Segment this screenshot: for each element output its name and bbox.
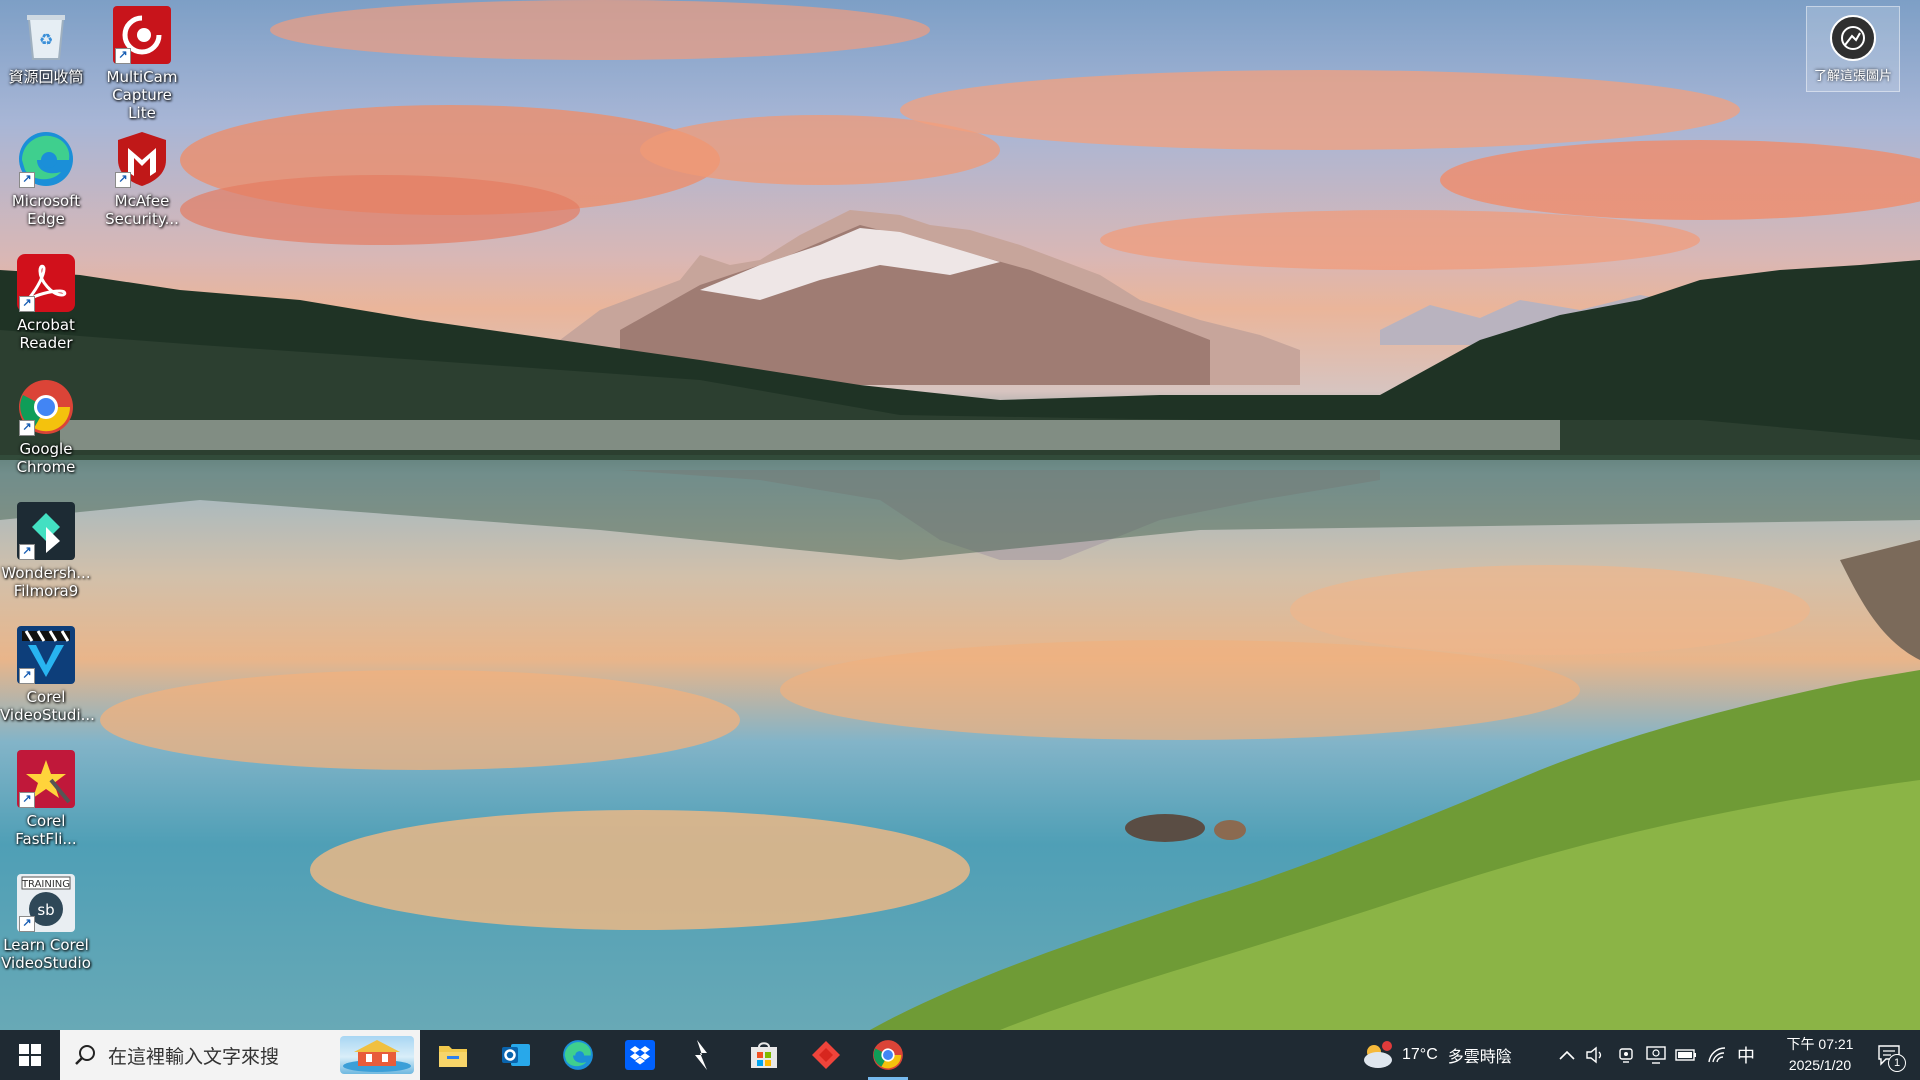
shortcut-arrow-icon: ↗ <box>115 48 131 64</box>
shortcut-arrow-icon: ↗ <box>19 668 35 684</box>
desktop-icon-label: McAfee Security... <box>105 192 179 228</box>
weather-temperature: 17°C <box>1402 1046 1438 1063</box>
taskbar: 在這裡輸入文字來搜 17°C 多雲時陰 中 下午 07:21 2025/1/20… <box>0 1030 1920 1080</box>
search-icon <box>75 1045 95 1065</box>
desktop-icon-mcafee[interactable]: ↗ McAfee Security... <box>96 124 188 228</box>
lightning-app-icon <box>695 1040 707 1070</box>
recycle-bin-icon: ♻ <box>17 6 75 64</box>
search-placeholder: 在這裡輸入文字來搜 <box>108 1045 280 1068</box>
anydesk-icon <box>812 1041 840 1069</box>
microsoft-store-icon <box>751 1042 777 1068</box>
shortcut-arrow-icon: ↗ <box>19 792 35 808</box>
shortcut-arrow-icon: ↗ <box>19 420 35 436</box>
outlook-icon <box>502 1044 530 1066</box>
clock-date: 2025/1/20 <box>1788 1057 1852 1073</box>
chrome-icon <box>873 1040 903 1070</box>
wifi-icon <box>1708 1047 1726 1063</box>
corel-videostudio-icon: ↗ <box>17 626 75 684</box>
taskbar-outlook[interactable] <box>486 1030 546 1080</box>
action-center-button[interactable]: 1 <box>1866 1030 1912 1080</box>
file-explorer-icon <box>439 1046 467 1067</box>
desktop-icon-acrobat[interactable]: ↗ Acrobat Reader <box>0 248 92 352</box>
desktop-icon-multicam[interactable]: ↗ MultiCam Capture Lite <box>96 0 188 122</box>
learn-about-picture-button[interactable]: 了解這張圖片 <box>1806 6 1900 92</box>
network-button[interactable] <box>1705 1030 1729 1080</box>
show-hidden-icons-button[interactable] <box>1556 1030 1578 1080</box>
taskbar-lightning-app[interactable] <box>672 1030 732 1080</box>
svg-text:TRAINING: TRAINING <box>21 879 70 890</box>
weather-cloud-icon <box>1364 1041 1392 1068</box>
desktop-wallpaper <box>0 0 1920 1030</box>
shortcut-arrow-icon: ↗ <box>19 916 35 932</box>
desktop-icon-label: Acrobat Reader <box>17 316 75 352</box>
taskbar-microsoft-store[interactable] <box>734 1030 794 1080</box>
desktop-icon-recycle-bin[interactable]: ♻ 資源回收筒 <box>0 0 92 86</box>
battery-button[interactable] <box>1674 1030 1698 1080</box>
search-highlight-image[interactable] <box>340 1036 414 1074</box>
svg-text:♻: ♻ <box>39 30 53 49</box>
chevron-up-icon <box>1559 1050 1575 1060</box>
mcafee-icon: ↗ <box>113 130 171 188</box>
taskbar-anydesk[interactable] <box>796 1030 856 1080</box>
edge-icon <box>563 1040 593 1070</box>
camera-info-icon <box>1830 15 1876 61</box>
desktop-icon-corel-fastflick[interactable]: ↗ Corel FastFli... <box>0 744 92 848</box>
dropbox-icon <box>625 1040 655 1070</box>
weather-condition: 多雲時陰 <box>1447 1049 1512 1066</box>
shortcut-arrow-icon: ↗ <box>115 172 131 188</box>
webcam-icon <box>1619 1048 1633 1063</box>
clock-time: 下午 07:21 <box>1786 1036 1854 1052</box>
desktop-icon-label: Learn Corel VideoStudio <box>1 936 91 972</box>
edge-icon: ↗ <box>17 130 75 188</box>
shortcut-arrow-icon: ↗ <box>19 296 35 312</box>
monitor-icon <box>1646 1046 1666 1064</box>
desktop-icon-edge[interactable]: ↗ Microsoft Edge <box>0 124 92 228</box>
acrobat-icon: ↗ <box>17 254 75 312</box>
multicam-icon: ↗ <box>113 6 171 64</box>
windows-logo-icon <box>19 1044 41 1066</box>
taskbar-chrome[interactable] <box>858 1030 918 1080</box>
speaker-icon <box>1586 1046 1602 1064</box>
wallpaper-scene <box>0 0 1920 1030</box>
taskbar-file-explorer[interactable] <box>423 1030 483 1080</box>
desktop-icon-corel-videostudio[interactable]: ↗ Corel VideoStudi... <box>0 620 95 724</box>
desktop-icon-filmora[interactable]: ↗ Wondersh... Filmora9 <box>0 496 92 600</box>
desktop-icon-label: Wondersh... Filmora9 <box>1 564 91 600</box>
taskbar-dropbox[interactable] <box>610 1030 670 1080</box>
svg-text:sb: sb <box>37 901 54 919</box>
filmora-icon: ↗ <box>17 502 75 560</box>
battery-icon <box>1675 1049 1696 1061</box>
desktop-icon-label: Google Chrome <box>16 440 76 476</box>
desktop-icon-label: Corel VideoStudi... <box>0 688 95 724</box>
start-button[interactable] <box>0 1030 60 1080</box>
desktop-icon-label: Microsoft Edge <box>11 192 81 228</box>
volume-button[interactable] <box>1583 1030 1607 1080</box>
defender-button[interactable] <box>1644 1030 1668 1080</box>
shortcut-arrow-icon: ↗ <box>19 544 35 560</box>
clock-button[interactable]: 下午 07:21 2025/1/20 <box>1770 1034 1870 1076</box>
notification-count-badge: 1 <box>1888 1054 1906 1072</box>
input-method-button[interactable]: 中 <box>1734 1030 1758 1080</box>
desktop-icon-chrome[interactable]: ↗ Google Chrome <box>0 372 92 476</box>
desktop-icon-label: Corel FastFli... <box>15 812 77 848</box>
taskbar-edge[interactable] <box>548 1030 608 1080</box>
weather-widget[interactable]: 17°C 多雲時陰 <box>1360 1030 1536 1080</box>
learn-corel-icon: TRAINING sb ↗ <box>17 874 75 932</box>
desktop-icon-learn-corel[interactable]: TRAINING sb ↗ Learn Corel VideoStudio <box>0 868 92 972</box>
desktop-icon-label: MultiCam Capture Lite <box>106 68 178 122</box>
corel-fastflick-icon: ↗ <box>17 750 75 808</box>
shortcut-arrow-icon: ↗ <box>19 172 35 188</box>
taskbar-search-box[interactable]: 在這裡輸入文字來搜 <box>60 1030 420 1080</box>
learn-about-picture-label: 了解這張圖片 <box>1813 69 1892 84</box>
desktop-icon-label: 資源回收筒 <box>8 68 84 86</box>
meet-now-button[interactable] <box>1614 1030 1638 1080</box>
chrome-icon: ↗ <box>17 378 75 436</box>
